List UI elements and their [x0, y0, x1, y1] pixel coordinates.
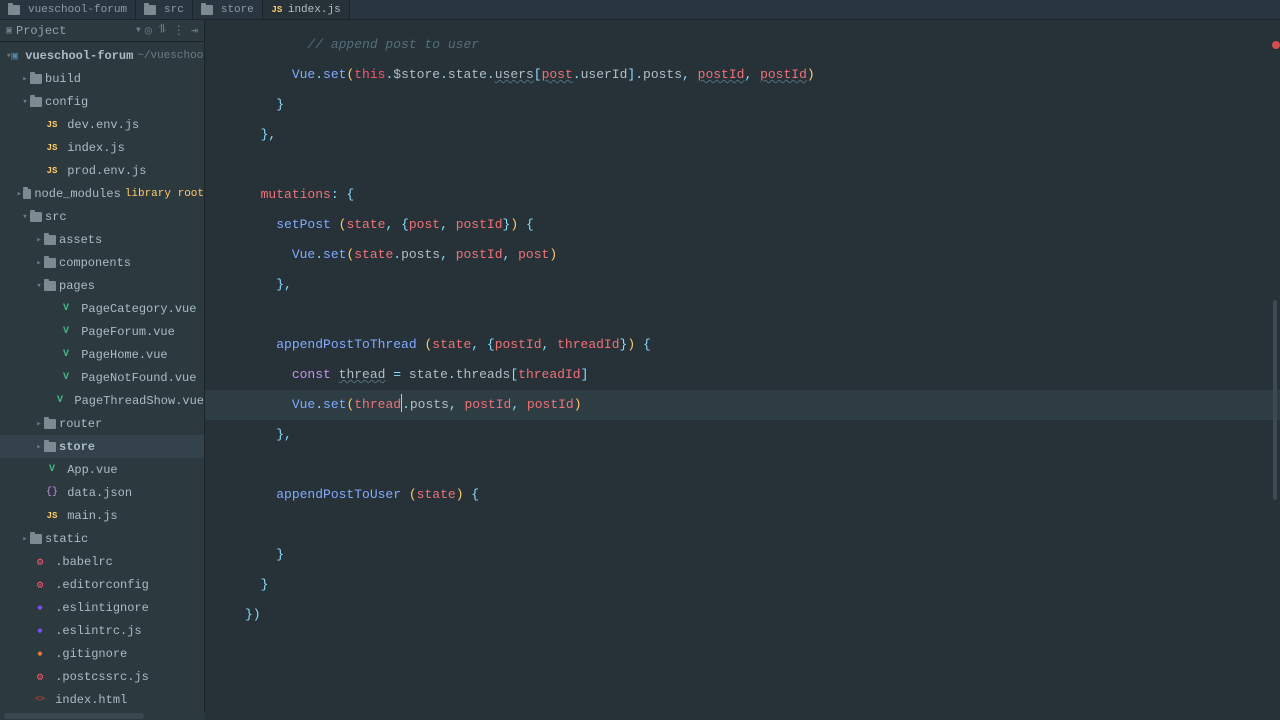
js-icon: [271, 4, 283, 16]
config-icon: [32, 670, 48, 684]
config-icon: [32, 578, 48, 592]
tree-src[interactable]: ▾src: [0, 205, 204, 228]
tree-static[interactable]: ▸static: [0, 527, 204, 550]
json-icon: [44, 487, 60, 498]
sidebar-toolbar: ◎ ⥮ ⋮ ⇥: [145, 23, 198, 38]
vue-icon: [53, 395, 67, 406]
chevron-down-icon[interactable]: ▼: [136, 26, 141, 35]
js-icon: [44, 143, 60, 153]
tree-pagenotfound[interactable]: PageNotFound.vue: [0, 366, 204, 389]
folder-icon: [30, 534, 42, 544]
tree-indexhtml[interactable]: index.html: [0, 688, 204, 711]
folder-icon: [23, 189, 31, 199]
tree-store[interactable]: ▸store: [0, 435, 204, 458]
tree-editorconfig[interactable]: .editorconfig: [0, 573, 204, 596]
project-sidebar: ▣ Project ▼ ◎ ⥮ ⋮ ⇥ ▾ vueschool-forum~/v…: [0, 20, 205, 720]
tree-gitignore[interactable]: .gitignore: [0, 642, 204, 665]
folder-icon: [30, 97, 42, 107]
tree-prodenv[interactable]: prod.env.js: [0, 159, 204, 182]
vue-icon: [58, 372, 74, 383]
divider-icon: ⋮: [173, 23, 185, 38]
tree-pageforum[interactable]: PageForum.vue: [0, 320, 204, 343]
tree-pages[interactable]: ▾pages: [0, 274, 204, 297]
folder-icon: [30, 74, 42, 84]
git-icon: [32, 649, 48, 659]
js-icon: [44, 511, 60, 521]
target-icon[interactable]: ◎: [145, 23, 152, 38]
tree-datajson[interactable]: data.json: [0, 481, 204, 504]
folder-icon: [44, 235, 56, 245]
vue-icon: [58, 326, 74, 337]
js-icon: [44, 166, 60, 176]
tree-appvue[interactable]: App.vue: [0, 458, 204, 481]
project-selector[interactable]: Project: [16, 24, 132, 38]
tree-babelrc[interactable]: .babelrc: [0, 550, 204, 573]
folder-icon: [44, 281, 56, 291]
tree-root[interactable]: ▾ vueschool-forum~/vueschool/v: [0, 44, 204, 67]
vue-icon: [58, 303, 74, 314]
tree-components[interactable]: ▸components: [0, 251, 204, 274]
tree-eslintrc[interactable]: .eslintrc.js: [0, 619, 204, 642]
html-icon: [32, 695, 48, 704]
config-icon: [32, 555, 48, 569]
tree-eslintignore[interactable]: .eslintignore: [0, 596, 204, 619]
tree-pagehome[interactable]: PageHome.vue: [0, 343, 204, 366]
tree-config[interactable]: ▾config: [0, 90, 204, 113]
folder-icon: [30, 212, 42, 222]
tree-postcssrc[interactable]: .postcssrc.js: [0, 665, 204, 688]
settings-icon[interactable]: ⇥: [191, 23, 198, 38]
tree-router[interactable]: ▸router: [0, 412, 204, 435]
breadcrumb-label: src: [164, 4, 184, 16]
eslint-icon: [32, 603, 48, 613]
folder-icon: [44, 442, 56, 452]
project-tree[interactable]: ▾ vueschool-forum~/vueschool/v ▸build ▾c…: [0, 42, 204, 720]
breadcrumb-project[interactable]: vueschool-forum: [0, 0, 136, 19]
tree-devenv[interactable]: dev.env.js: [0, 113, 204, 136]
tree-pagecat[interactable]: PageCategory.vue: [0, 297, 204, 320]
project-selector-bar: ▣ Project ▼ ◎ ⥮ ⋮ ⇥: [0, 20, 204, 42]
code-content[interactable]: // append post to user Vue.set(this.$sto…: [205, 20, 1280, 640]
tree-build[interactable]: ▸build: [0, 67, 204, 90]
tree-nodemodules[interactable]: ▸node_moduleslibrary root: [0, 182, 204, 205]
folder-icon: [8, 5, 20, 15]
breadcrumb-label: vueschool-forum: [28, 4, 127, 16]
sidebar-scrollbar[interactable]: [0, 712, 205, 720]
collapse-icon[interactable]: ⥮: [158, 23, 167, 38]
breadcrumb: vueschool-forum src store index.js: [0, 0, 1280, 20]
breadcrumb-src[interactable]: src: [136, 0, 193, 19]
tree-pagethread[interactable]: PageThreadShow.vue: [0, 389, 204, 412]
folder-icon: [44, 419, 56, 429]
folder-icon: [201, 5, 213, 15]
code-editor[interactable]: // append post to user Vue.set(this.$sto…: [205, 20, 1280, 720]
tree-indexjs[interactable]: index.js: [0, 136, 204, 159]
breadcrumb-label: index.js: [288, 4, 341, 16]
folder-icon: [44, 258, 56, 268]
vue-icon: [44, 464, 60, 475]
project-icon: ▣: [6, 25, 12, 37]
project-icon: [11, 49, 18, 63]
folder-icon: [144, 5, 156, 15]
editor-scrollbar[interactable]: [1270, 20, 1280, 720]
eslint-icon: [32, 626, 48, 636]
breadcrumb-file[interactable]: index.js: [263, 0, 350, 19]
breadcrumb-store[interactable]: store: [193, 0, 263, 19]
js-icon: [44, 120, 60, 130]
tree-mainjs[interactable]: main.js: [0, 504, 204, 527]
vue-icon: [58, 349, 74, 360]
tree-assets[interactable]: ▸assets: [0, 228, 204, 251]
breadcrumb-label: store: [221, 4, 254, 16]
